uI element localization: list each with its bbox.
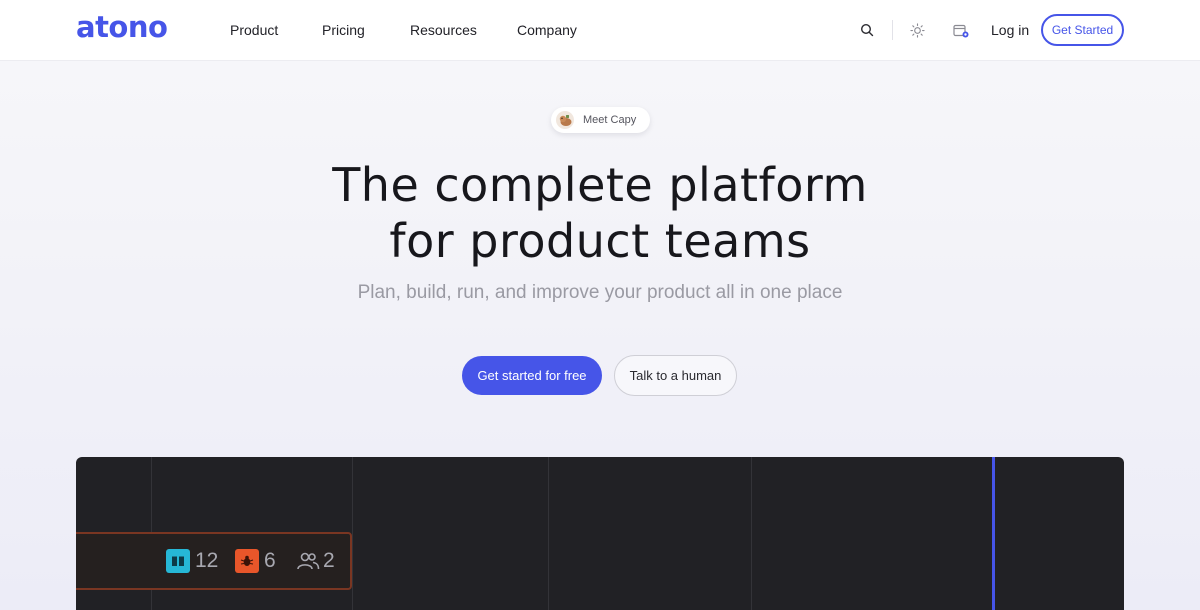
calendar-icon[interactable] (951, 20, 971, 40)
timeline-marker (992, 457, 995, 610)
bugs-count: 6 (264, 549, 276, 572)
talk-to-human-button[interactable]: Talk to a human (614, 355, 737, 396)
product-preview: 12 6 2 (76, 457, 1124, 610)
get-started-button[interactable]: Get Started (1041, 14, 1124, 46)
column-divider (548, 457, 549, 610)
get-started-free-button[interactable]: Get started for free (462, 356, 602, 395)
column-divider (352, 457, 353, 610)
hero-title: The complete platform for product teams (0, 157, 1200, 269)
brand-logo[interactable]: atono (76, 10, 168, 44)
hero-title-line-1: The complete platform (332, 158, 868, 212)
badge-label: Meet Capy (583, 114, 637, 126)
nav-company[interactable]: Company (517, 22, 577, 38)
members-count: 2 (323, 549, 335, 572)
nav-product[interactable]: Product (230, 22, 278, 38)
hero-title-line-2: for product teams (389, 214, 811, 268)
login-link[interactable]: Log in (991, 22, 1029, 38)
nav-resources[interactable]: Resources (410, 22, 477, 38)
search-icon[interactable] (857, 20, 877, 40)
bug-icon (235, 549, 259, 573)
hero-subtitle: Plan, build, run, and improve your produ… (357, 282, 843, 303)
book-icon (166, 549, 190, 573)
users-icon (296, 549, 320, 573)
stories-count: 12 (195, 549, 219, 572)
top-navbar: atono Product Pricing Resources Company … (0, 0, 1200, 61)
meet-capy-badge[interactable]: Meet Capy (551, 107, 650, 133)
nav-pricing[interactable]: Pricing (322, 22, 365, 38)
bugs-stat: 6 (235, 549, 276, 573)
nav-divider (892, 20, 893, 40)
column-divider (751, 457, 752, 610)
preview-card[interactable]: 12 6 2 (76, 532, 352, 590)
capy-avatar-icon (556, 111, 574, 129)
members-stat: 2 (296, 549, 335, 573)
stories-stat: 12 (166, 549, 218, 573)
sun-icon[interactable] (907, 20, 927, 40)
